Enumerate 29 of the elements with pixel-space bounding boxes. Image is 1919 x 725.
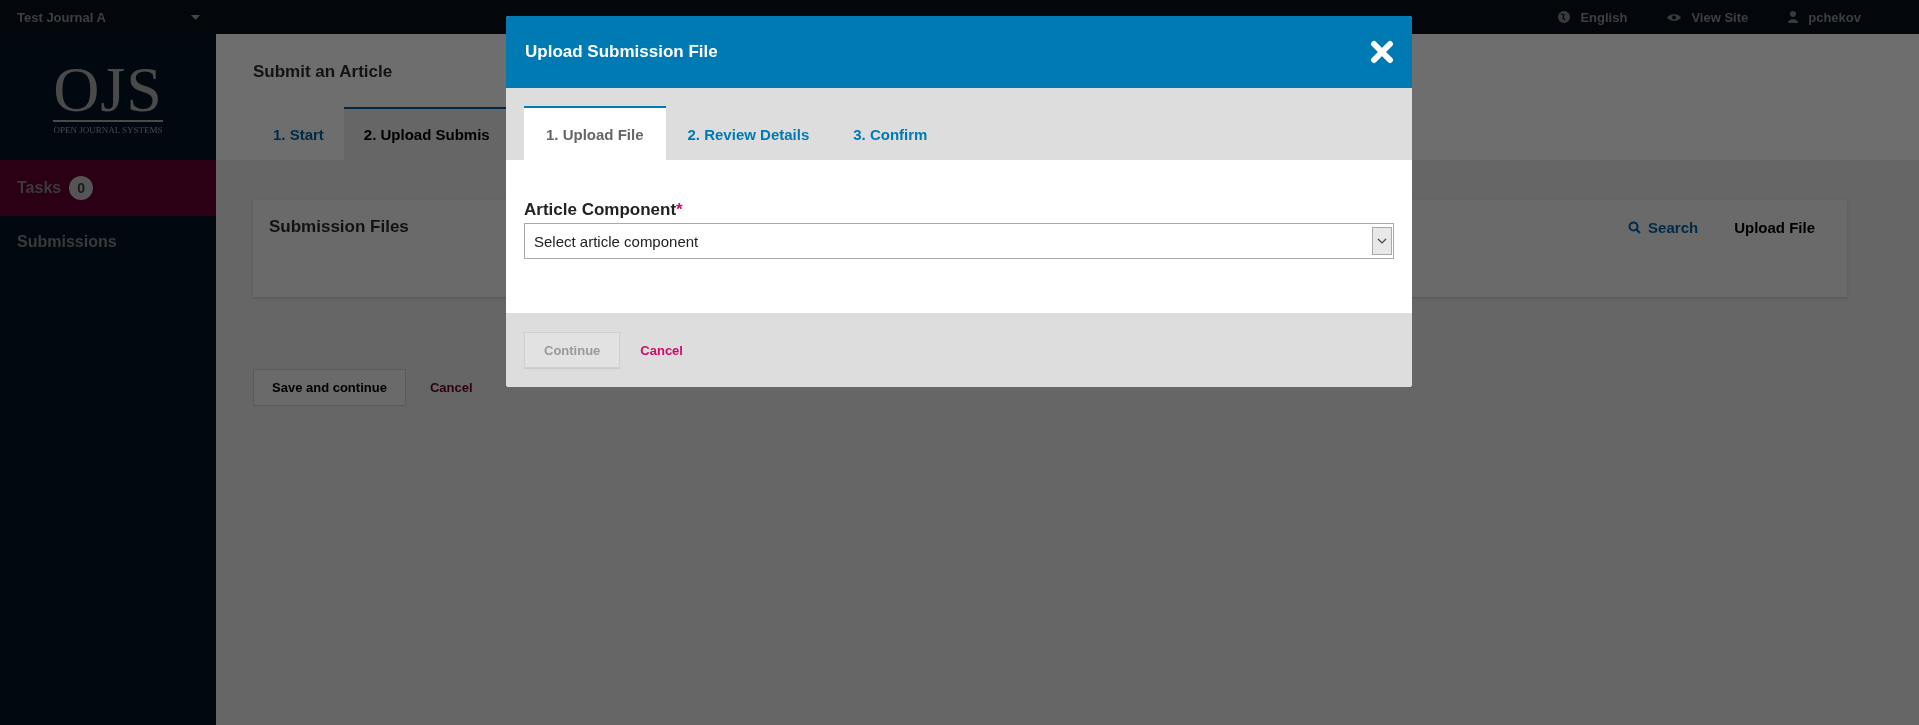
modal-title: Upload Submission File bbox=[525, 42, 718, 62]
count-badge: 0 bbox=[69, 176, 94, 200]
logo-tagline: OPEN JOURNAL SYSTEMS bbox=[53, 124, 163, 135]
top-link[interactable]: English bbox=[1558, 9, 1628, 25]
step-tab[interactable]: 1. Start bbox=[253, 107, 344, 160]
user-icon bbox=[1788, 11, 1799, 23]
search-icon bbox=[1628, 220, 1642, 234]
step-tab[interactable]: 2. Review Details bbox=[665, 106, 832, 160]
caret-icon bbox=[1372, 227, 1392, 255]
eye-icon bbox=[1667, 12, 1682, 22]
page-title: Submit an Article bbox=[253, 62, 394, 82]
step-tab[interactable]: 1. Upload File bbox=[524, 106, 666, 160]
sidebar-item[interactable]: Submissions bbox=[0, 216, 216, 268]
top-link[interactable]: pchekov bbox=[1788, 9, 1861, 25]
sidebar-item[interactable]: Tasks 0 bbox=[0, 160, 216, 216]
component-select[interactable]: Select article component bbox=[524, 223, 1394, 259]
panel-action-link[interactable]: Search bbox=[1628, 218, 1699, 236]
save-button[interactable]: Save and continue bbox=[253, 369, 406, 406]
journal-name[interactable]: Test Journal A bbox=[17, 9, 106, 25]
panel-action-link[interactable]: Upload File bbox=[1734, 218, 1815, 236]
cancel-link[interactable]: Cancel bbox=[429, 380, 473, 395]
top-link[interactable]: View Site bbox=[1667, 9, 1749, 25]
close-icon[interactable] bbox=[1370, 40, 1394, 64]
cancel-link[interactable]: Cancel bbox=[640, 342, 683, 358]
globe-icon bbox=[1558, 11, 1571, 23]
step-tab[interactable]: 3. Confirm bbox=[831, 106, 950, 160]
panel-title: Submission Files bbox=[269, 217, 409, 237]
logo-text: OJS bbox=[53, 59, 163, 122]
field-label: Article Component* bbox=[524, 200, 684, 220]
